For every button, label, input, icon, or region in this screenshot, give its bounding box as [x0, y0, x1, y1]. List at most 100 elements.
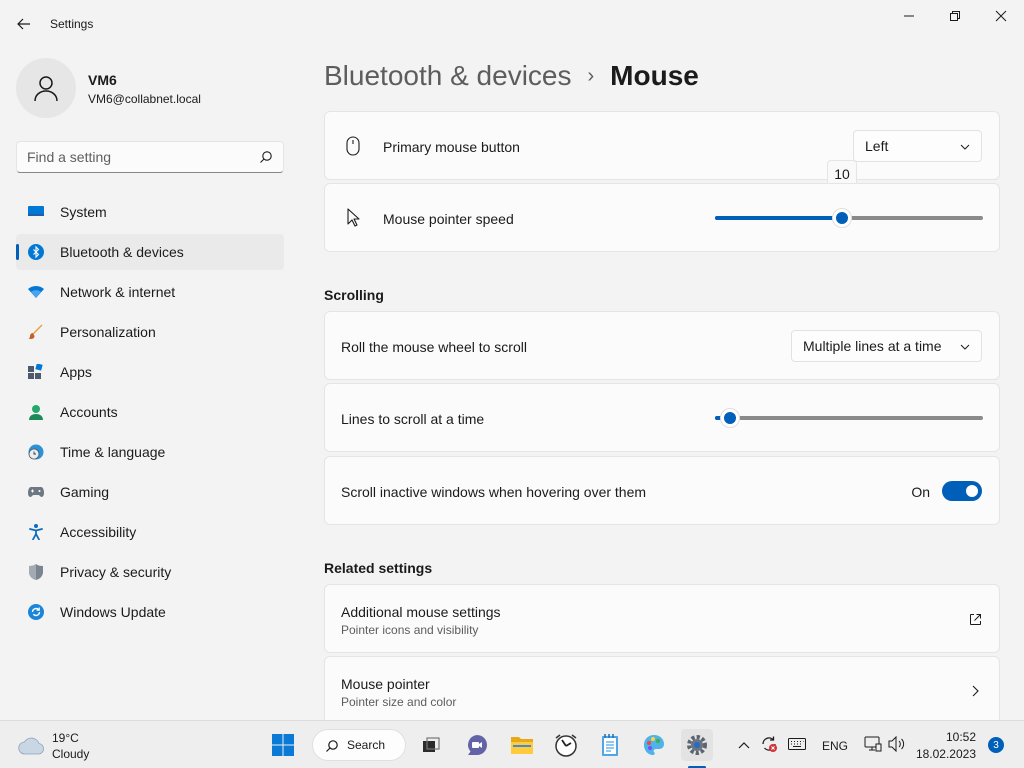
primary-button-label: Primary mouse button	[383, 139, 520, 155]
sidebar-item-label: Apps	[60, 364, 92, 380]
lines-to-scroll-label: Lines to scroll at a time	[341, 411, 485, 427]
chevron-right-icon	[972, 685, 979, 697]
sidebar-item-label: Network & internet	[60, 284, 176, 300]
clock-time[interactable]: 10:52	[946, 730, 976, 744]
close-icon	[995, 10, 1007, 22]
sidebar-item-bluetooth[interactable]: Bluetooth & devices	[16, 234, 284, 270]
external-link-icon	[970, 614, 981, 625]
dropdown-value: Multiple lines at a time	[803, 338, 942, 354]
sidebar-item-accessibility[interactable]: Accessibility	[16, 514, 284, 550]
slider-thumb[interactable]	[832, 208, 852, 228]
brush-icon	[28, 324, 44, 340]
sidebar-item-accounts[interactable]: Accounts	[16, 394, 284, 430]
teams-chat-button[interactable]	[461, 729, 493, 761]
sidebar-item-privacy[interactable]: Privacy & security	[16, 554, 284, 590]
lines-to-scroll-slider[interactable]	[715, 408, 983, 428]
roll-wheel-dropdown[interactable]: Multiple lines at a time	[791, 330, 982, 362]
sidebar-nav: System Bluetooth & devices Network & int…	[16, 194, 284, 634]
settings-search[interactable]	[16, 141, 284, 173]
input-language[interactable]: ENG	[822, 739, 848, 753]
back-button[interactable]	[14, 14, 34, 34]
additional-settings-sub: Pointer icons and visibility	[341, 623, 479, 637]
system-icon	[28, 204, 44, 220]
palette-icon	[644, 735, 664, 755]
breadcrumb-parent[interactable]: Bluetooth & devices	[324, 60, 572, 92]
maximize-button[interactable]	[932, 0, 978, 32]
notepad-button[interactable]	[594, 729, 626, 761]
close-button[interactable]	[978, 0, 1024, 32]
weather-temperature: 19°C	[52, 731, 79, 745]
slider-track	[715, 416, 983, 420]
notification-badge[interactable]: 3	[988, 737, 1004, 753]
accounts-icon	[28, 404, 44, 420]
pointer-speed-label: Mouse pointer speed	[383, 211, 514, 227]
sidebar-item-windows-update[interactable]: Windows Update	[16, 594, 284, 630]
slider-thumb[interactable]	[720, 408, 740, 428]
file-explorer-button[interactable]	[506, 729, 538, 761]
pointer-speed-card: Mouse pointer speed	[324, 183, 1000, 252]
clock-date[interactable]: 18.02.2023	[916, 747, 976, 761]
profile-name: VM6	[88, 72, 117, 88]
chevron-up-icon[interactable]	[738, 740, 750, 750]
sidebar-item-label: Bluetooth & devices	[60, 244, 184, 260]
primary-button-card: Primary mouse button Left	[324, 111, 1000, 180]
slider-fill	[715, 216, 842, 220]
sidebar-item-apps[interactable]: Apps	[16, 354, 284, 390]
sidebar-item-label: Windows Update	[60, 604, 166, 620]
accessibility-icon	[28, 524, 44, 540]
sidebar-item-label: Personalization	[60, 324, 156, 340]
sidebar-item-label: Accessibility	[60, 524, 137, 540]
chevron-down-icon	[960, 144, 970, 150]
sidebar-item-gaming[interactable]: Gaming	[16, 474, 284, 510]
search-icon	[260, 151, 272, 163]
title-bar: Settings	[0, 0, 1024, 48]
gear-icon	[687, 735, 707, 755]
toggle-state-label: On	[911, 484, 930, 500]
mouse-pointer-label: Mouse pointer	[341, 676, 430, 692]
network-icon[interactable]	[864, 736, 882, 752]
page-title: Mouse	[610, 60, 699, 91]
primary-button-dropdown[interactable]: Left	[853, 130, 982, 162]
apps-icon	[28, 364, 44, 380]
task-view-button[interactable]	[415, 729, 447, 761]
back-arrow-icon	[17, 18, 30, 30]
additional-mouse-settings-card[interactable]: Additional mouse settings Pointer icons …	[324, 584, 1000, 653]
lines-to-scroll-card: Lines to scroll at a time	[324, 383, 1000, 452]
volume-icon[interactable]	[888, 736, 906, 752]
search-input[interactable]	[27, 142, 247, 172]
sidebar-item-system[interactable]: System	[16, 194, 284, 230]
settings-taskbar-button[interactable]	[681, 729, 713, 761]
sidebar-item-label: System	[60, 204, 107, 220]
task-view-icon	[423, 737, 440, 752]
search-icon	[326, 740, 338, 752]
mouse-pointer-card[interactable]: Mouse pointer Pointer size and color	[324, 656, 1000, 720]
related-section-title: Related settings	[324, 560, 433, 576]
wifi-icon	[28, 284, 44, 300]
sync-icon[interactable]	[760, 735, 778, 753]
windows-logo-icon	[272, 734, 294, 756]
folder-icon	[511, 737, 533, 754]
pointer-icon	[343, 208, 363, 228]
start-button[interactable]	[267, 729, 299, 761]
sidebar-item-personalization[interactable]: Personalization	[16, 314, 284, 350]
scroll-inactive-label: Scroll inactive windows when hovering ov…	[341, 484, 647, 500]
sidebar-item-network[interactable]: Network & internet	[16, 274, 284, 310]
minimize-button[interactable]	[886, 0, 932, 32]
weather-condition: Cloudy	[52, 747, 90, 761]
pointer-speed-slider[interactable]	[715, 208, 983, 228]
taskbar-search-button[interactable]: Search	[312, 729, 406, 761]
clock-app-button[interactable]	[550, 729, 582, 761]
keyboard-icon[interactable]	[788, 738, 806, 750]
scroll-inactive-card: Scroll inactive windows when hovering ov…	[324, 456, 1000, 525]
sidebar-item-label: Gaming	[60, 484, 110, 500]
sidebar-item-label: Time & language	[60, 444, 166, 460]
scroll-inactive-toggle[interactable]	[942, 481, 982, 501]
user-profile[interactable]: VM6 VM6@collabnet.local	[16, 58, 286, 118]
chat-icon	[468, 735, 487, 755]
sidebar-item-time-language[interactable]: Time & language	[16, 434, 284, 470]
mouse-icon	[343, 136, 363, 156]
sidebar-item-label: Accounts	[60, 404, 118, 420]
profile-email: VM6@collabnet.local	[88, 92, 201, 106]
roll-wheel-label: Roll the mouse wheel to scroll	[341, 339, 527, 355]
paint-button[interactable]	[638, 729, 670, 761]
